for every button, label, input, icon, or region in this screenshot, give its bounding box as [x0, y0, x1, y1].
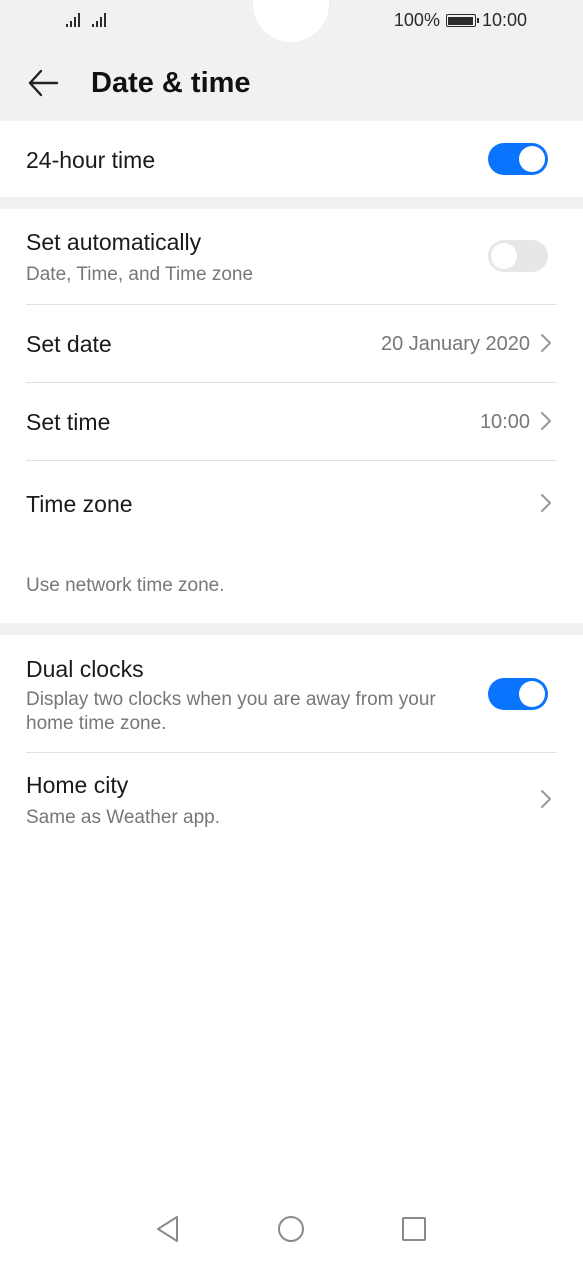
- date-value: 20 January 2020: [380, 333, 530, 355]
- set-automatically-toggle[interactable]: [488, 240, 548, 272]
- row-sublabel: Display two clocks when you are away fro…: [26, 689, 436, 734]
- dual-clocks-toggle[interactable]: [488, 678, 548, 710]
- row-set-time[interactable]: Set time 10:00: [0, 383, 583, 460]
- row-set-date[interactable]: Set date 20 January 2020: [0, 305, 583, 382]
- section-dual-clocks: Dual clocks Display two clocks when you …: [0, 635, 583, 855]
- time-value: 10:00: [479, 411, 530, 433]
- hour24-toggle[interactable]: [488, 143, 548, 175]
- chevron-right-icon: [541, 334, 551, 352]
- status-right: 100% 10:00: [394, 10, 527, 31]
- row-24-hour-time[interactable]: 24-hour time: [0, 121, 583, 197]
- row-label: 24-hour time: [26, 147, 156, 173]
- navigation-bar: [0, 1200, 583, 1264]
- section-date-time: Set automatically Date, Time, and Time z…: [0, 209, 583, 623]
- row-label: Home city: [26, 772, 129, 798]
- row-set-automatically[interactable]: Set automatically Date, Time, and Time z…: [0, 209, 583, 304]
- row-time-zone[interactable]: Time zone: [0, 461, 583, 545]
- camera-notch: [253, 0, 329, 42]
- chevron-right-icon: [541, 412, 551, 430]
- chevron-right-icon: [541, 790, 551, 808]
- page-title: Date & time: [91, 67, 251, 99]
- signal-icon: [66, 11, 80, 27]
- row-dual-clocks[interactable]: Dual clocks Display two clocks when you …: [0, 635, 583, 752]
- circle-home-icon[interactable]: [276, 1214, 306, 1244]
- row-label: Set date: [26, 331, 112, 357]
- row-label: Time zone: [26, 491, 133, 517]
- chevron-right-icon: [541, 494, 551, 512]
- signal-indicators: [66, 11, 106, 27]
- status-time: 10:00: [481, 10, 527, 30]
- app-header: Date & time: [0, 52, 583, 116]
- back-button[interactable]: [26, 66, 60, 100]
- row-sublabel: Same as Weather app.: [26, 807, 220, 828]
- square-recent-icon[interactable]: [399, 1214, 429, 1244]
- signal-icon: [92, 11, 106, 27]
- top-bar: 100% 10:00 Date & time: [0, 0, 583, 121]
- section-divider: [0, 623, 583, 635]
- row-sublabel: Date, Time, and Time zone: [26, 264, 254, 285]
- triangle-back-icon[interactable]: [153, 1214, 183, 1244]
- row-label: Set automatically: [26, 229, 202, 255]
- section-divider: [0, 197, 583, 209]
- section-24hour: 24-hour time: [0, 121, 583, 197]
- battery-percent: 100%: [393, 10, 440, 30]
- network-time-zone-note: Use network time zone.: [26, 575, 225, 596]
- row-label: Set time: [26, 409, 111, 435]
- arrow-left-icon: [28, 69, 59, 97]
- row-home-city[interactable]: Home city Same as Weather app.: [0, 753, 583, 849]
- battery-icon: [445, 14, 479, 27]
- row-label: Dual clocks: [26, 656, 144, 682]
